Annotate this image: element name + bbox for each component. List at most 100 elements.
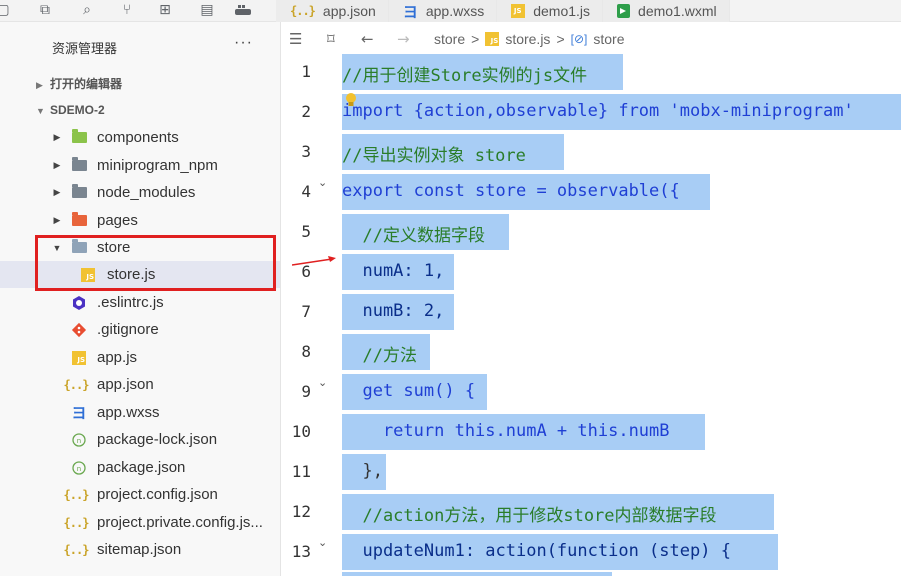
json-icon: {..} (63, 542, 90, 557)
code-text: export const store = observable({ (342, 181, 680, 201)
css-icon: ヨ (402, 3, 418, 21)
breadcrumb-folder[interactable]: store (434, 31, 465, 47)
extensions-icon[interactable]: ⊞ (156, 2, 174, 18)
tree-folder-pages[interactable]: ▶ pages (0, 207, 280, 234)
code-text: //方法 (342, 346, 417, 366)
line-number: 10 (291, 422, 311, 441)
breadcrumb-path: store > JS store.js > [⊘] store (434, 31, 624, 47)
code-text: //导出实例对象 store (342, 146, 526, 166)
json-icon: {..} (63, 487, 90, 502)
line-number: 4 (301, 182, 311, 201)
more-actions-button[interactable]: ··· (234, 34, 253, 52)
fold-chevron-icon[interactable]: ⌄ (318, 176, 327, 189)
chevron-right-icon: ▶ (36, 80, 43, 90)
chevron-right-icon: ▶ (53, 187, 61, 197)
tab-app-json[interactable]: {..} app.json (276, 0, 389, 22)
git-icon (71, 322, 87, 338)
code-line-12[interactable]: 12 //action方法，用于修改store内部数据字段 (281, 492, 901, 532)
container-icon[interactable] (234, 2, 252, 18)
tree-folder-node-modules[interactable]: ▶ node_modules (0, 179, 280, 206)
tree-file-package-lock[interactable]: n package-lock.json (0, 426, 280, 453)
code-line-5[interactable]: 5 //定义数据字段 (281, 212, 901, 252)
json-icon: {..} (63, 377, 90, 392)
breadcrumb-file[interactable]: store.js (505, 31, 550, 47)
screen-icon[interactable]: ▢ (0, 2, 12, 18)
js-icon: JS (485, 32, 500, 46)
bookmark-icon[interactable]: ⌑ (327, 30, 335, 48)
search-icon[interactable]: ⌕ (78, 2, 96, 18)
tree-file-app-wxss[interactable]: ヨ app.wxss (0, 399, 280, 426)
fold-chevron-icon[interactable]: ⌄ (318, 376, 327, 389)
folder-icon (71, 157, 87, 174)
chevron-right-icon: ▶ (53, 160, 61, 170)
lightbulb-icon[interactable] (344, 92, 358, 106)
code-line-7[interactable]: 7 numB: 2, (281, 292, 901, 332)
code-editor: ☰ ⌑ ← → store > JS store.js > [⊘] store … (281, 22, 901, 576)
tree-folder-components[interactable]: ▶ components (0, 124, 280, 151)
code-line-6[interactable]: 6 numA: 1, (281, 252, 901, 292)
chevron-right-icon: ▶ (53, 215, 61, 225)
open-editors-section[interactable]: ▶ 打开的编辑器 (36, 75, 122, 92)
code-text: numB: 2, (342, 301, 445, 321)
eslint-icon (71, 295, 87, 311)
code-text: import {action,observable} from 'mobx-mi… (342, 101, 854, 121)
layout-icon[interactable]: ▤ (198, 2, 216, 18)
code-text: get sum() { (342, 381, 476, 401)
code-line-8[interactable]: 8 //方法 (281, 332, 901, 372)
tree-file-app-js[interactable]: JS app.js (0, 344, 280, 371)
code-line-9[interactable]: 9 ⌄ get sum() { (281, 372, 901, 412)
annotation-highlight-box (35, 235, 276, 291)
code-line-3[interactable]: 3 //导出实例对象 store (281, 132, 901, 172)
tree-file-app-json[interactable]: {..} app.json (0, 371, 280, 398)
tree-folder-miniprogram-npm[interactable]: ▶ miniprogram_npm (0, 152, 280, 179)
folder-icon (71, 212, 87, 229)
branch-icon[interactable]: ⑂ (118, 2, 136, 18)
code-text: //用于创建Store实例的js文件 (342, 66, 588, 86)
chevron-down-icon: ▼ (36, 106, 45, 116)
code-line-2[interactable]: 2 import {action,observable} from 'mobx-… (281, 92, 901, 132)
line-number: 9 (301, 382, 311, 401)
fold-chevron-icon[interactable]: ⌄ (318, 536, 327, 549)
breadcrumb-separator: > (471, 31, 480, 47)
code-text: }, (342, 461, 383, 481)
copy-icon[interactable]: ⧉ (36, 2, 54, 18)
back-arrow-icon[interactable]: ← (361, 30, 374, 48)
tree-file-project-private-config[interactable]: {..} project.private.config.js... (0, 509, 280, 536)
line-number: 13 (291, 542, 311, 561)
line-number: 3 (301, 142, 311, 161)
breadcrumb: ☰ ⌑ ← → store > JS store.js > [⊘] store (281, 22, 901, 56)
code-line-1[interactable]: 1 //用于创建Store实例的js文件 (281, 52, 901, 92)
tree-file-package-json[interactable]: n package.json (0, 454, 280, 481)
code-line-13[interactable]: 13 ⌄ updateNum1: action(function (step) … (281, 532, 901, 572)
wxml-icon (617, 4, 631, 18)
tab-demo1-js[interactable]: JS demo1.js (497, 0, 604, 22)
symbol-icon: [⊘] (570, 32, 588, 46)
css-icon: ヨ (71, 405, 87, 422)
tree-file-gitignore[interactable]: .gitignore (0, 316, 280, 343)
line-number: 2 (301, 102, 311, 121)
list-icon[interactable]: ☰ (289, 30, 302, 48)
npm-icon: n (71, 460, 87, 476)
tree-file-project-config[interactable]: {..} project.config.json (0, 481, 280, 508)
folder-icon (71, 184, 87, 201)
forward-arrow-icon[interactable]: → (397, 30, 410, 48)
code-line-4[interactable]: 4 ⌄ export const store = observable({ (281, 172, 901, 212)
chevron-right-icon: ▶ (53, 132, 61, 142)
project-section[interactable]: ▼ SDEMO-2 (36, 103, 105, 117)
json-icon: {..} (290, 4, 316, 18)
line-number: 1 (301, 62, 311, 81)
code-line-11[interactable]: 11 }, (281, 452, 901, 492)
svg-text:n: n (77, 437, 81, 445)
line-number: 7 (301, 302, 311, 321)
tree-file-eslintrc[interactable]: .eslintrc.js (0, 289, 280, 316)
breadcrumb-symbol[interactable]: store (593, 31, 624, 47)
tab-demo1-wxml[interactable]: demo1.wxml (603, 0, 730, 22)
code-text: //定义数据字段 (342, 226, 485, 246)
tree-file-sitemap[interactable]: {..} sitemap.json (0, 536, 280, 563)
js-icon: JS (511, 4, 526, 18)
code-text: updateNum1: action(function (step) { (342, 541, 731, 561)
tab-app-wxss[interactable]: ヨ app.wxss (388, 0, 498, 22)
code-line-10[interactable]: 10 return this.numA + this.numB (281, 412, 901, 452)
editor-tabs: {..} app.json ヨ app.wxss JS demo1.js dem… (276, 0, 730, 22)
code-text: //action方法，用于修改store内部数据字段 (342, 506, 717, 526)
